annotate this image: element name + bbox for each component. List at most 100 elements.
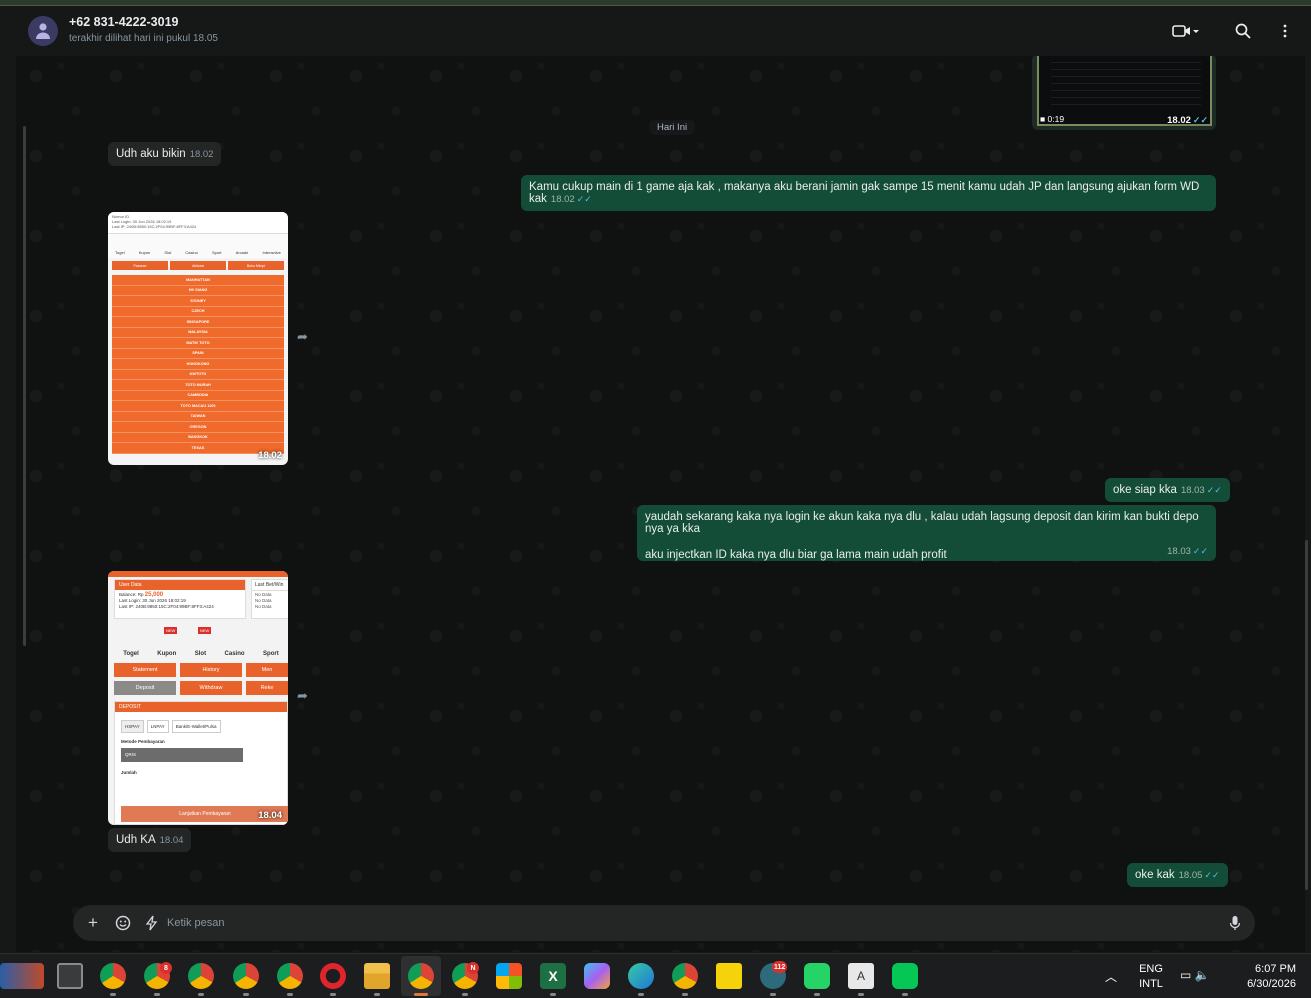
screenshot-btn: History [180,663,242,677]
read-ticks-icon: ✓✓ [1206,485,1222,495]
contact-name[interactable]: +62 831-4222-3019 [69,15,178,29]
message-text: oke siap kka [1113,484,1177,496]
screenshot-buttons: Pasaran Aktivasi Buku Mimpi [108,258,288,273]
screenshot-deposit-form: DEPOSIT HSPAY LNPAY Bank/E-Wallet/Pulsa … [114,701,288,825]
font-app[interactable]: A [848,963,874,989]
chrome-profile-app[interactable] [188,963,214,989]
taskview-button[interactable] [57,963,83,989]
scrollbar-right[interactable] [1305,540,1308,890]
screenshot-user-card: User Data Balance: Rp 25,000 Last Login:… [114,579,246,619]
message-time: 18.02 [258,450,282,461]
screenshot-logo-bar [108,571,288,577]
line-app[interactable] [892,963,918,989]
chrome-active-app[interactable] [408,963,434,989]
camera-icon: ■ [1040,114,1046,124]
menu-button[interactable] [1272,20,1298,42]
read-ticks-icon: ✓✓ [576,194,592,204]
read-ticks-icon: ✓✓ [1192,546,1208,556]
message-incoming[interactable]: Udh aku bikin 18.02 [108,142,222,166]
read-ticks-icon: ✓✓ [1204,870,1220,880]
message-text: Udh aku bikin [116,148,186,160]
opera-app[interactable] [320,963,346,989]
screenshot-tabs: Togel Kupon Slot Casino Sport Arcade Interacti… [108,234,288,258]
image-message[interactable]: User Data Balance: Rp 25,000 Last Login:… [108,571,288,825]
screenshot-btn: Men [246,663,288,677]
forward-icon[interactable]: ➦ [297,688,308,704]
running-indicator [287,993,293,996]
contact-avatar[interactable] [28,16,58,46]
whatsapp-app[interactable] [804,963,830,989]
chevron-up-icon: ︿ [1105,970,1118,984]
file-explorer-app[interactable] [364,963,390,989]
message-time: 18.02 ✓✓ [1167,115,1208,126]
running-indicator [638,993,644,996]
screenshot-lastbet-card: Last Bet/Win No Data No Data No Data [251,579,288,619]
more-icon [1283,24,1287,38]
excel-app[interactable]: X [540,963,566,989]
tray-expand-button[interactable]: ︿ [1105,968,1117,985]
forward-icon[interactable]: ➦ [297,329,308,345]
message-text: Kamu cukup main di 1 game aja kak , maka… [529,181,1200,205]
microphone-icon [1229,916,1241,930]
running-indicator [814,993,820,996]
message-text: aku injectkan ID kaka nya dlu biar ga la… [645,549,947,561]
chrome-app[interactable] [100,963,126,989]
voice-button[interactable] [1225,913,1245,933]
sticky-notes-app[interactable] [716,963,742,989]
message-text: yaudah sekarang kaka nya login ke akun k… [645,511,1199,535]
excel-icon: X [548,968,558,984]
language-indicator[interactable]: ENG INTL [1134,963,1168,990]
chrome-app-2[interactable] [672,963,698,989]
attach-button[interactable]: + [83,913,103,933]
chat-header: +62 831-4222-3019 terakhir dilihat hari … [16,6,1311,56]
video-table-preview [1051,56,1201,106]
message-time: 18.03 [1180,485,1205,496]
message-outgoing[interactable]: oke kak 18.05 ✓✓ [1127,863,1228,887]
message-outgoing[interactable]: yaudah sekarang kaka nya login ke akun k… [637,505,1216,561]
video-call-button[interactable] [1169,20,1203,42]
running-indicator [682,993,688,996]
chat-messages[interactable]: Hari Ini ■ 0:19 18.02 ✓✓ Udh aku bikin 18.… [16,56,1305,952]
weather-widget[interactable] [0,963,44,989]
contact-last-seen: terakhir dilihat hari ini pukul 18.05 [69,33,218,44]
network-volume-tray[interactable]: ▭ 🔈 [1180,968,1210,982]
clock[interactable]: 6:07 PM 6/30/2026 [1230,963,1296,990]
video-message[interactable]: ■ 0:19 18.02 ✓✓ [1032,56,1216,130]
day-separator: Hari Ini [649,120,696,135]
volume-icon: 🔈 [1194,968,1210,982]
running-indicator [330,993,336,996]
active-indicator [414,993,428,996]
running-indicator [902,993,908,996]
person-icon [36,23,50,39]
image-message[interactable]: Nomor ID Last Login: 30 Jun 2026 18:02:19… [108,212,288,465]
running-indicator [462,993,468,996]
message-time: 18.04 [258,810,282,821]
screenshot-btn: Deposit [114,681,176,695]
chrome-profile-app[interactable] [277,963,303,989]
plus-icon: + [88,913,98,932]
screenshot-btn: Statement [114,663,176,677]
notification-badge: 8 [160,962,172,974]
emoji-button[interactable] [113,913,133,933]
message-text: oke kak [1135,869,1175,881]
search-icon [1235,23,1251,39]
profile-badge: N [467,962,479,974]
quick-reply-button[interactable] [142,913,162,933]
scrollbar-left[interactable] [23,126,26,646]
copilot-app[interactable] [584,963,610,989]
message-outgoing[interactable]: oke siap kka 18.03 ✓✓ [1105,478,1230,502]
running-indicator [374,993,380,996]
store-app[interactable] [496,963,522,989]
message-time: 18.02 [550,194,575,205]
edge-app[interactable] [628,963,654,989]
screenshot-account-header: Nomor ID Last Login: 30 Jun 2026 18:02:19… [108,212,288,234]
message-outgoing[interactable]: Kamu cukup main di 1 game aja kak , maka… [521,175,1216,211]
running-indicator [110,993,116,996]
search-button[interactable] [1230,20,1256,42]
chrome-profile-app[interactable] [233,963,259,989]
message-time: 18.05 [1178,870,1203,881]
message-composer: + [73,905,1255,941]
message-incoming[interactable]: Udh KA 18.04 [108,828,192,852]
screenshot-btn: Withdraw [180,681,242,695]
message-input[interactable] [167,915,1207,931]
